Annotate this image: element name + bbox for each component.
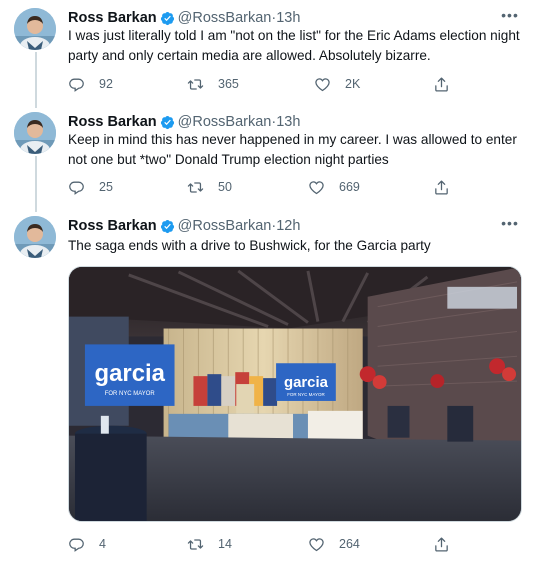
- share-icon: [433, 179, 450, 196]
- reply-button[interactable]: 92: [68, 74, 113, 94]
- tweet-actions: 25 50 669: [68, 177, 468, 197]
- author-name[interactable]: Ross Barkan: [68, 114, 157, 130]
- verified-badge-icon: [160, 219, 175, 234]
- reply-button[interactable]: 25: [68, 177, 113, 197]
- reply-icon: [68, 536, 85, 553]
- like-button[interactable]: 264: [308, 534, 360, 554]
- tweet-text: Keep in mind this has never happened in …: [68, 132, 517, 167]
- profile-photo: [14, 216, 56, 258]
- sign-left-text: garcia: [95, 360, 166, 387]
- verified-badge-icon: [160, 115, 175, 130]
- tweet-text: The saga ends with a drive to Bushwick, …: [68, 238, 431, 253]
- avatar[interactable]: [14, 112, 56, 154]
- more-icon[interactable]: •••: [498, 7, 522, 25]
- tweet-actions: 4 14 264: [68, 534, 468, 554]
- sign-right-subtext: FOR NYC MAYOR: [287, 392, 325, 397]
- reply-count: 4: [99, 537, 106, 551]
- more-icon[interactable]: •••: [498, 215, 522, 233]
- retweet-icon: [187, 536, 204, 553]
- retweet-button[interactable]: 50: [187, 177, 232, 197]
- retweet-icon: [187, 179, 204, 196]
- retweet-count: 365: [218, 77, 239, 91]
- verified-badge-icon: [160, 11, 175, 26]
- avatar[interactable]: [14, 8, 56, 50]
- sign-left-subtext: FOR NYC MAYOR: [105, 391, 156, 397]
- like-count: 264: [339, 537, 360, 551]
- party-venue-photo: garcia FOR NYC MAYOR garcia FOR NYC MAYO…: [69, 267, 521, 521]
- reply-icon: [68, 76, 85, 93]
- share-button[interactable]: [433, 534, 450, 554]
- like-icon: [308, 179, 325, 196]
- author-name[interactable]: Ross Barkan: [68, 218, 157, 234]
- reply-count: 92: [99, 77, 113, 91]
- profile-photo: [14, 112, 56, 154]
- retweet-button[interactable]: 365: [187, 74, 239, 94]
- tweet-time[interactable]: 12h: [276, 218, 300, 234]
- tweet-1[interactable]: Ross Barkan @RossBarkan · 13h ••• I was j…: [0, 7, 542, 100]
- avatar[interactable]: [14, 216, 56, 258]
- profile-photo: [14, 8, 56, 50]
- tweet-time[interactable]: 13h: [276, 114, 300, 130]
- like-icon: [314, 76, 331, 93]
- tweet-2[interactable]: Ross Barkan @RossBarkan · 13h Keep in min…: [0, 112, 542, 204]
- share-icon: [433, 76, 450, 93]
- author-name[interactable]: Ross Barkan: [68, 10, 157, 26]
- like-icon: [308, 536, 325, 553]
- reply-icon: [68, 179, 85, 196]
- retweet-count: 14: [218, 537, 232, 551]
- like-count: 669: [339, 180, 360, 194]
- tweet-3[interactable]: Ross Barkan @RossBarkan · 12h ••• The sag…: [0, 215, 542, 561]
- author-handle[interactable]: @RossBarkan: [178, 114, 272, 130]
- author-handle[interactable]: @RossBarkan: [178, 10, 272, 26]
- reply-count: 25: [99, 180, 113, 194]
- tweet-text: I was just literally told I am "not on t…: [68, 28, 520, 63]
- tweet-time[interactable]: 13h: [276, 10, 300, 26]
- share-button[interactable]: [433, 74, 450, 94]
- tweet-header: Ross Barkan @RossBarkan · 12h •••: [68, 215, 522, 238]
- like-button[interactable]: 2K: [314, 74, 360, 94]
- retweet-count: 50: [218, 180, 232, 194]
- share-icon: [433, 536, 450, 553]
- retweet-button[interactable]: 14: [187, 534, 232, 554]
- share-button[interactable]: [433, 177, 450, 197]
- reply-button[interactable]: 4: [68, 534, 106, 554]
- retweet-icon: [187, 76, 204, 93]
- tweet-photo[interactable]: garcia FOR NYC MAYOR garcia FOR NYC MAYO…: [68, 266, 522, 522]
- sign-right-text: garcia: [284, 375, 329, 391]
- author-handle[interactable]: @RossBarkan: [178, 218, 272, 234]
- like-count: 2K: [345, 77, 361, 91]
- tweet-actions: 92 365 2K: [68, 74, 468, 94]
- like-button[interactable]: 669: [308, 177, 360, 197]
